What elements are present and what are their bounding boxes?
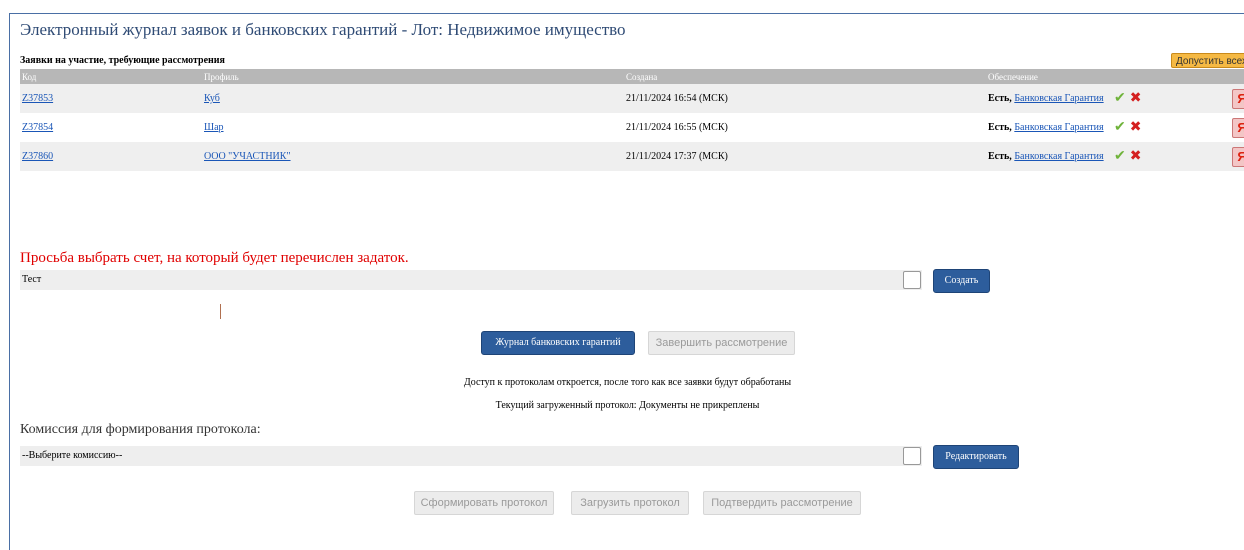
text-cursor bbox=[220, 304, 221, 319]
column-header-security: Обеспечение bbox=[986, 69, 1112, 84]
section-label: Заявки на участие, требующие рассмотрени… bbox=[20, 55, 225, 66]
column-header-extra bbox=[1230, 69, 1244, 84]
security-status: Есть, bbox=[988, 92, 1012, 104]
security-cell: Есть, Банковская Гарантия bbox=[986, 142, 1112, 171]
commission-select[interactable]: --Выберите комиссию-- bbox=[20, 446, 922, 466]
requests-table: Код Профиль Создана Обеспечение Z37853 К… bbox=[20, 69, 1244, 171]
account-select[interactable]: Тест bbox=[20, 270, 922, 290]
journal-panel: Электронный журнал заявок и банковских г… bbox=[9, 13, 1244, 550]
commission-label: Комиссия для формирования протокола: bbox=[20, 422, 261, 437]
commission-checkbox[interactable] bbox=[903, 447, 921, 465]
created-date: 21/11/2024 16:55 (МСК) bbox=[626, 122, 728, 133]
approve-icon[interactable]: ✔ bbox=[1114, 91, 1126, 106]
security-cell: Есть, Банковская Гарантия bbox=[986, 113, 1112, 142]
approve-all-button[interactable]: Допустить всех bbox=[1171, 53, 1244, 68]
created-date: 21/11/2024 16:54 (МСК) bbox=[626, 93, 728, 104]
request-code-link[interactable]: Z37853 bbox=[22, 93, 53, 104]
profile-link[interactable]: Куб bbox=[204, 93, 220, 104]
row-actions: ✔ ✖ bbox=[1112, 142, 1230, 171]
profile-icon[interactable]: Я bbox=[1232, 117, 1244, 138]
confirm-review-button[interactable]: Подтвердить рассмотрение bbox=[703, 491, 861, 515]
upload-protocol-button[interactable]: Загрузить протокол bbox=[571, 491, 689, 515]
column-header-created: Создана bbox=[624, 69, 986, 84]
reject-icon[interactable]: ✖ bbox=[1130, 91, 1142, 106]
profile-link[interactable]: ООО "УЧАСТНИК" bbox=[204, 151, 291, 162]
create-account-button[interactable]: Создать bbox=[933, 269, 990, 293]
finish-review-button[interactable]: Завершить рассмотрение bbox=[648, 331, 795, 355]
column-header-actions bbox=[1112, 69, 1230, 84]
security-status: Есть, bbox=[988, 121, 1012, 133]
approve-icon[interactable]: ✔ bbox=[1114, 120, 1126, 135]
account-checkbox[interactable] bbox=[903, 271, 921, 289]
bank-guarantee-link[interactable]: Банковская Гарантия bbox=[1014, 122, 1103, 133]
row-actions: ✔ ✖ bbox=[1112, 84, 1230, 113]
generate-protocol-button[interactable]: Сформировать протокол bbox=[414, 491, 554, 515]
created-date: 21/11/2024 17:37 (МСК) bbox=[626, 151, 728, 162]
account-notice: Просьба выбрать счет, на который будет п… bbox=[20, 250, 409, 266]
bank-guarantee-journal-button[interactable]: Журнал банковских гарантий bbox=[481, 331, 635, 355]
reject-icon[interactable]: ✖ bbox=[1130, 120, 1142, 135]
profile-icon[interactable]: Я bbox=[1232, 146, 1244, 167]
column-header-profile: Профиль bbox=[202, 69, 624, 84]
current-protocol-text: Текущий загруженный протокол: Документы … bbox=[495, 400, 760, 411]
edit-commission-button[interactable]: Редактировать bbox=[933, 445, 1019, 469]
reject-icon[interactable]: ✖ bbox=[1130, 149, 1142, 164]
row-actions: ✔ ✖ bbox=[1112, 113, 1230, 142]
bank-guarantee-link[interactable]: Банковская Гарантия bbox=[1014, 151, 1103, 162]
table-row: Z37854 Шар 21/11/2024 16:55 (МСК) Есть, … bbox=[20, 113, 1244, 142]
table-row: Z37853 Куб 21/11/2024 16:54 (МСК) Есть, … bbox=[20, 84, 1244, 113]
profile-icon[interactable]: Я bbox=[1232, 88, 1244, 109]
security-cell: Есть, Банковская Гарантия bbox=[986, 84, 1112, 113]
approve-icon[interactable]: ✔ bbox=[1114, 149, 1126, 164]
bank-guarantee-link[interactable]: Банковская Гарантия bbox=[1014, 93, 1103, 104]
request-code-link[interactable]: Z37854 bbox=[22, 122, 53, 133]
security-status: Есть, bbox=[988, 150, 1012, 162]
profile-link[interactable]: Шар bbox=[204, 122, 224, 133]
access-note: Доступ к протоколам откроется, после тог… bbox=[463, 377, 792, 388]
column-header-code: Код bbox=[20, 69, 202, 84]
request-code-link[interactable]: Z37860 bbox=[22, 151, 53, 162]
table-row: Z37860 ООО "УЧАСТНИК" 21/11/2024 17:37 (… bbox=[20, 142, 1244, 171]
table-header-row: Код Профиль Создана Обеспечение bbox=[20, 69, 1244, 84]
page-title: Электронный журнал заявок и банковских г… bbox=[20, 20, 626, 39]
